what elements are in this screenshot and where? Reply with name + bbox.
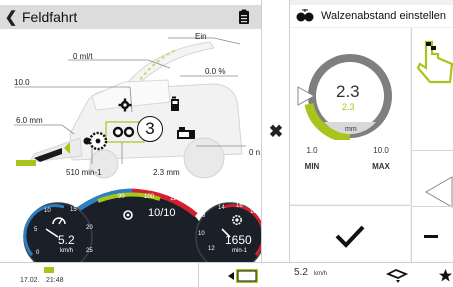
speedometer-icon bbox=[52, 217, 66, 225]
right-tick: 18 bbox=[250, 209, 257, 215]
minus-button[interactable] bbox=[424, 235, 438, 238]
right-tick: 10 bbox=[198, 231, 205, 237]
gear-icon bbox=[118, 98, 132, 112]
left-tick: 10 bbox=[44, 208, 51, 214]
settings-panel: Walzenabstand einstellen 2.3 2.3 mm 1.0 … bbox=[289, 0, 453, 262]
dial-unit: mm bbox=[345, 126, 357, 133]
decrease-arrow-icon[interactable] bbox=[424, 175, 453, 209]
dial-value: 2.3 bbox=[336, 82, 360, 101]
transmission-icon bbox=[123, 210, 133, 220]
center-tick: 100 bbox=[144, 194, 155, 200]
length-value: 2.3 mm bbox=[153, 168, 180, 177]
date: 17.02. bbox=[20, 277, 40, 284]
side-toolbar bbox=[411, 28, 453, 262]
ground-speed-value: 5.2 bbox=[58, 233, 75, 247]
corn-cracker-setting-button[interactable]: 3 bbox=[137, 116, 163, 142]
touch-hand-icon[interactable] bbox=[416, 40, 453, 84]
close-icon: ✖ bbox=[268, 122, 284, 141]
fuel-icon bbox=[171, 96, 179, 111]
right-tick: 14 bbox=[218, 205, 225, 211]
engine-rpm-unit: min-1 bbox=[232, 248, 248, 254]
toolbar-divider bbox=[412, 206, 453, 207]
intake-rollers-icon bbox=[83, 131, 108, 151]
corn-cracker-number: 3 bbox=[145, 119, 155, 138]
status-divider bbox=[198, 263, 199, 287]
steering-mode-icon[interactable] bbox=[386, 268, 408, 284]
drum-speed-value: 510 min-1 bbox=[66, 168, 102, 177]
left-tick: 0 bbox=[36, 250, 40, 256]
star-icon[interactable] bbox=[438, 268, 453, 283]
percent-value: 0.0 % bbox=[205, 67, 226, 76]
close-button[interactable]: ✖ bbox=[267, 122, 285, 142]
left-tick: 20 bbox=[86, 225, 93, 231]
settings-header: Walzenabstand einstellen bbox=[290, 5, 453, 27]
dial-pointer-icon bbox=[297, 86, 316, 106]
clipboard-button[interactable] bbox=[235, 8, 253, 26]
left-tick: 15 bbox=[70, 207, 77, 213]
confirm-button[interactable] bbox=[290, 205, 410, 262]
max-value: 10.0 bbox=[373, 146, 389, 155]
engine-icon bbox=[232, 215, 242, 225]
roller-pair-icon bbox=[112, 126, 135, 138]
ground-speed-unit: km/h bbox=[60, 248, 74, 254]
settings-title: Walzenabstand einstellen bbox=[321, 10, 446, 22]
tank-icon bbox=[177, 127, 195, 139]
clipboard-icon bbox=[239, 9, 249, 24]
center-tick: 90 bbox=[118, 194, 125, 200]
left-tick: 25 bbox=[86, 248, 93, 254]
center-tick: 110 bbox=[170, 196, 180, 202]
min-label: MIN bbox=[304, 162, 320, 171]
toolbar-divider bbox=[412, 150, 453, 151]
machine-panel: ❮ Feldfahrt Ein 0 ml/t 0.0 % 10.0 6.0 mm… bbox=[0, 0, 261, 262]
title-bar: ❮ Feldfahrt bbox=[0, 5, 261, 29]
roller-gap-icon bbox=[296, 9, 314, 22]
page-title: Feldfahrt bbox=[22, 9, 78, 25]
status-speed: 5.2 bbox=[294, 267, 308, 278]
back-button[interactable]: ❮ bbox=[0, 5, 22, 29]
right-tick: 16 bbox=[236, 203, 243, 209]
right-tick: 8 bbox=[202, 213, 206, 219]
right-tick: 12 bbox=[208, 246, 215, 252]
battery-icon bbox=[44, 267, 54, 273]
value-left: 10.0 bbox=[14, 78, 30, 87]
status-speed-unit: km/h bbox=[314, 271, 328, 277]
harvester-diagram: Ein 0 ml/t 0.0 % 10.0 6.0 mm 510 min-1 2… bbox=[0, 30, 261, 185]
cut-length-value: 6.0 mm bbox=[16, 116, 43, 125]
left-tick: 5 bbox=[34, 227, 38, 233]
drive-mode-icon[interactable] bbox=[226, 267, 264, 285]
checkmark-icon bbox=[335, 225, 365, 248]
edge-value: 0 n bbox=[249, 148, 261, 157]
throughput-value: 0 ml/t bbox=[73, 52, 93, 61]
status-bar: 17.02. 21:48 5.2 km/h bbox=[0, 262, 453, 287]
chevron-left-icon: ❮ bbox=[4, 9, 18, 26]
time: 21:48 bbox=[46, 277, 64, 284]
engine-rpm-value: 1650 bbox=[225, 233, 252, 247]
dial-set-value: 2.3 bbox=[342, 102, 355, 112]
ein-label: Ein bbox=[195, 32, 207, 41]
dial-area: 2.3 2.3 mm 1.0 MIN 10.0 MAX bbox=[290, 28, 410, 204]
max-label: MAX bbox=[372, 162, 390, 171]
dashboard: 0 5 10 15 20 25 90 100 110 8 10 12 14 16… bbox=[0, 185, 261, 262]
gear-value: 10/10 bbox=[148, 207, 176, 219]
min-value: 1.0 bbox=[306, 146, 318, 155]
